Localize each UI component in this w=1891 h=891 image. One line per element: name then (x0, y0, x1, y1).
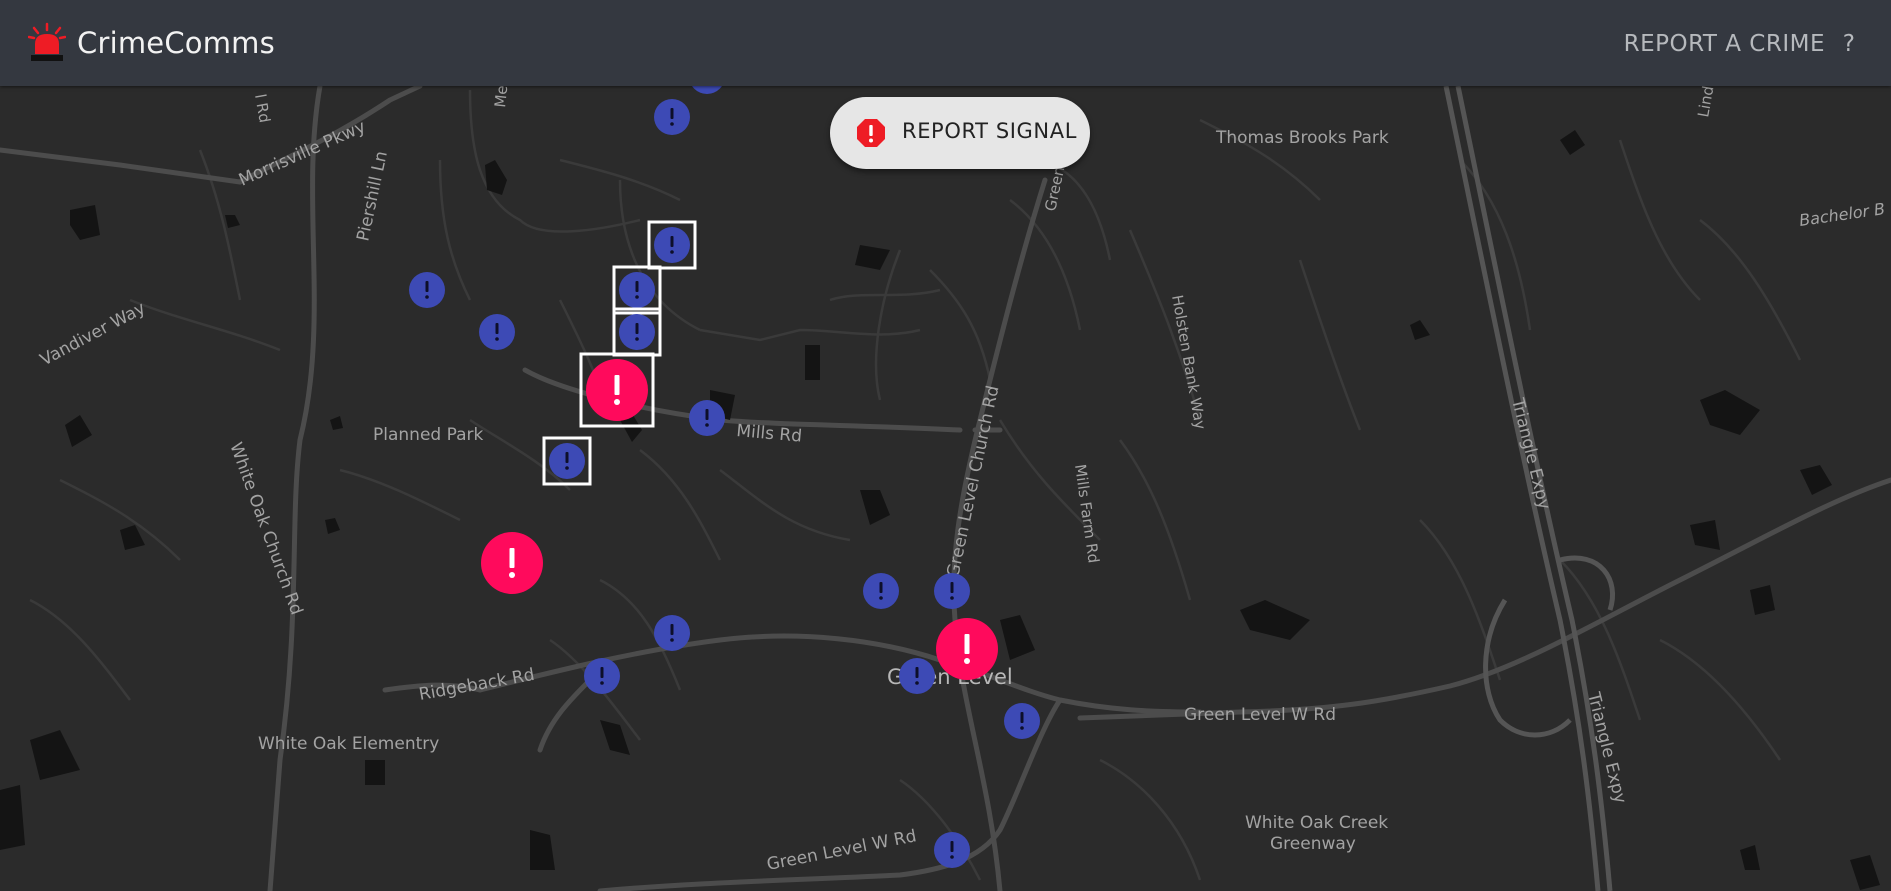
label-thomas-brooks-park: Thomas Brooks Park (1215, 128, 1389, 148)
minor-crime-marker[interactable] (899, 658, 935, 694)
minor-crime-marker[interactable] (479, 314, 515, 350)
help-link[interactable]: ? (1843, 31, 1855, 57)
minor-crime-marker[interactable] (934, 832, 970, 868)
minor-crime-marker[interactable] (654, 99, 690, 135)
minor-crime-marker[interactable] (934, 573, 970, 609)
minor-crime-marker[interactable] (1004, 703, 1040, 739)
report-signal-label: REPORT SIGNAL (902, 119, 1077, 143)
label-white-oak-creek-1: White Oak Creek (1245, 813, 1388, 833)
label-me-partial: Me (491, 86, 511, 108)
minor-crime-marker[interactable] (689, 400, 725, 436)
label-planned-park: Planned Park (373, 425, 483, 445)
siren-icon[interactable] (28, 22, 66, 64)
label-green-level-w-rd-east: Green Level W Rd (1184, 705, 1336, 725)
map-canvas[interactable]: Morrisville Pkwy Piershill Ln Vandiver W… (0, 86, 1891, 891)
minor-crime-marker[interactable] (409, 272, 445, 308)
major-crime-marker[interactable] (481, 532, 543, 594)
major-crime-marker[interactable] (936, 618, 998, 680)
crime-map[interactable]: Morrisville Pkwy Piershill Ln Vandiver W… (0, 86, 1891, 891)
app-title[interactable]: CrimeComms (77, 26, 275, 60)
minor-crime-marker[interactable] (863, 573, 899, 609)
minor-crime-marker[interactable] (654, 615, 690, 651)
report-crime-link[interactable]: REPORT A CRIME (1624, 31, 1825, 57)
report-signal-button[interactable]: REPORT SIGNAL (830, 97, 1090, 169)
top-bar: CrimeComms REPORT A CRIME ? (0, 0, 1891, 86)
label-white-oak-elementry: White Oak Elementry (258, 734, 439, 754)
alert-octagon-icon (857, 119, 885, 147)
label-white-oak-creek-2: Greenway (1270, 834, 1356, 854)
minor-crime-marker[interactable] (584, 658, 620, 694)
